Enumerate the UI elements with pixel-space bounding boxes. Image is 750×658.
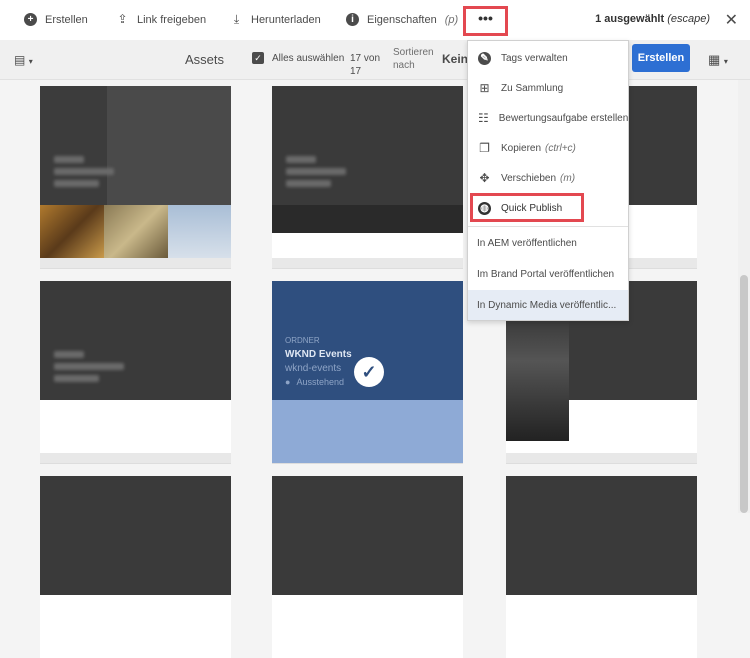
move-icon: ✥ — [479, 170, 490, 185]
tag-icon: ✎ — [478, 51, 491, 65]
download-label: Herunterladen — [251, 13, 321, 26]
highlight-box — [470, 193, 584, 222]
publish-status: ● Ausstehend — [285, 377, 344, 387]
sort-line2: nach — [393, 60, 415, 71]
scrollbar[interactable] — [738, 80, 750, 513]
menu-shortcut: (ctrl+c) — [545, 142, 576, 154]
count-line2: 17 — [350, 66, 362, 77]
asset-card[interactable] — [506, 476, 697, 658]
select-all-button[interactable]: ✓ Alles auswählen — [252, 52, 344, 64]
create-button[interactable]: + Erstellen — [24, 13, 88, 26]
submenu-publish-dynamic-media[interactable]: In Dynamic Media veröffentlic... — [468, 290, 628, 320]
thumbnail-image — [168, 205, 231, 258]
share-link-button[interactable]: ⇪ Link freigeben — [116, 13, 206, 26]
properties-label: Eigenschaften — [367, 13, 437, 26]
selected-count: 1 ausgewählt — [595, 13, 665, 25]
action-bar: + Erstellen ⇪ Link freigeben ⤓ Herunterlade… — [0, 0, 750, 40]
selected-folder-card[interactable]: ORDNER WKND Events wknd-events ● Ausstehe… — [272, 281, 463, 463]
more-actions-button[interactable]: ••• — [463, 6, 508, 36]
menu-label: Verschieben — [501, 172, 557, 184]
info-icon: i — [346, 13, 359, 26]
selection-status: 1 ausgewählt (escape) — [595, 13, 710, 25]
sort-line1: Sortieren — [393, 47, 434, 58]
review-task-icon: ☷ — [478, 110, 489, 125]
properties-button[interactable]: i Eigenschaften (p) — [346, 13, 458, 26]
chevron-down-icon: ▾ — [28, 57, 33, 66]
checkmark-icon[interactable]: ✓ — [354, 357, 384, 387]
globe-icon: ● — [285, 377, 291, 387]
status-label: Ausstehend — [296, 377, 344, 387]
page-title: Assets — [185, 52, 225, 67]
download-button[interactable]: ⤓ Herunterladen — [230, 13, 321, 26]
create-label: Erstellen — [45, 13, 88, 26]
collection-icon: ⊞ — [479, 80, 490, 95]
menu-item-copy[interactable]: ❐ Kopieren (ctrl+c) — [468, 134, 628, 162]
menu-item-move[interactable]: ✥ Verschieben (m) — [468, 164, 628, 192]
menu-label: Zu Sammlung — [501, 82, 564, 94]
view-switcher[interactable]: ▦ ▾ — [708, 52, 728, 68]
copy-icon: ❐ — [479, 140, 490, 155]
checkbox-icon: ✓ — [252, 52, 264, 64]
share-link-label: Link freigeben — [137, 13, 207, 26]
escape-hint: (escape) — [667, 13, 710, 25]
menu-shortcut: (m) — [560, 172, 576, 184]
menu-label: Kopieren — [501, 142, 542, 154]
select-all-label: Alles auswählen — [272, 52, 345, 64]
menu-item-create-review-task[interactable]: ☷ Bewertungsaufgabe erstellen — [468, 104, 628, 132]
asset-card[interactable] — [272, 86, 463, 268]
menu-item-manage-tags[interactable]: ✎ Tags verwalten — [468, 44, 628, 72]
menu-item-add-to-collection[interactable]: ⊞ Zu Sammlung — [468, 74, 628, 102]
sort-dropdown[interactable]: Kein — [442, 52, 468, 66]
rail-toggle-button[interactable]: ▤ ▾ — [14, 53, 33, 67]
scrollbar-thumb[interactable] — [740, 275, 748, 513]
download-icon: ⤓ — [233, 12, 240, 26]
create-primary-button[interactable]: Erstellen — [632, 44, 690, 72]
asset-card[interactable] — [272, 476, 463, 658]
thumbnail-image — [104, 205, 168, 258]
more-actions-menu: ✎ Tags verwalten ⊞ Zu Sammlung ☷ Bewertungs… — [467, 40, 629, 321]
asset-card[interactable] — [40, 281, 231, 463]
asset-card[interactable] — [40, 86, 231, 268]
grid-view-icon: ▦ — [708, 52, 721, 67]
submenu-label: In AEM veröffentlichen — [477, 237, 577, 249]
asset-card[interactable] — [40, 476, 231, 658]
item-count: 17 von 17 — [350, 52, 380, 78]
sort-label: Sortieren nach — [393, 46, 434, 72]
share-icon: ⇪ — [117, 12, 128, 26]
menu-label: Bewertungsaufgabe erstellen — [498, 112, 629, 124]
card-name: wknd-events — [285, 363, 342, 374]
plus-circle-icon: + — [24, 13, 37, 26]
menu-label: Tags verwalten — [501, 52, 568, 64]
submenu-publish-aem[interactable]: In AEM veröffentlichen — [468, 228, 628, 258]
card-type: ORDNER — [285, 336, 320, 345]
submenu-publish-brand-portal[interactable]: Im Brand Portal veröffentlichen — [468, 259, 628, 289]
submenu-label: Im Brand Portal veröffentlichen — [477, 268, 615, 280]
count-line1: 17 von — [350, 53, 381, 64]
divider — [468, 226, 628, 227]
close-selection-button[interactable]: ✕ — [725, 10, 738, 30]
chevron-down-icon: ▾ — [723, 57, 728, 66]
sidebar-icon: ▤ — [14, 53, 26, 67]
thumbnail-image — [40, 205, 104, 258]
submenu-label: In Dynamic Media veröffentlic... — [477, 299, 617, 311]
properties-shortcut: (p) — [444, 13, 459, 26]
card-title: WKND Events — [285, 349, 352, 360]
